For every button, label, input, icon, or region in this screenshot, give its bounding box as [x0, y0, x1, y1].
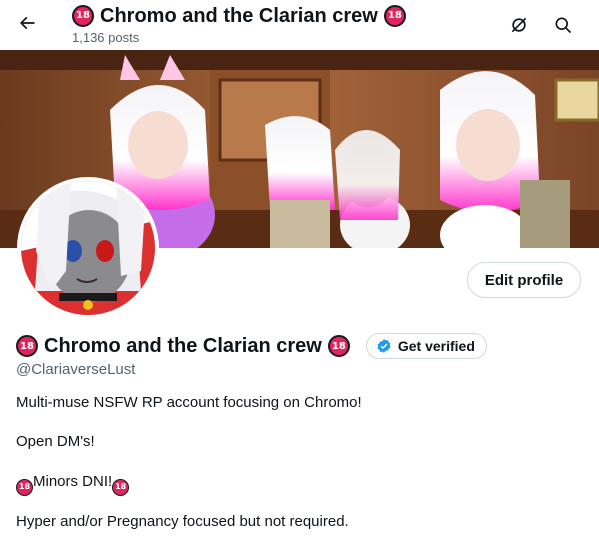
- back-button[interactable]: [10, 6, 44, 40]
- hide-button[interactable]: [502, 8, 536, 42]
- bio-line-text: Minors DNI!: [33, 473, 113, 490]
- header-title-text: Chromo and the Clarian crew: [100, 5, 378, 27]
- header-title-block: 18 Chromo and the Clarian crew 18 1,136 …: [72, 4, 406, 46]
- display-name: 18 Chromo and the Clarian crew 18: [16, 335, 350, 358]
- verified-badge-icon: [377, 339, 391, 353]
- age-18-badge-icon: 18: [72, 5, 94, 27]
- bio-line: Open DM's!: [16, 433, 95, 450]
- edit-profile-button[interactable]: Edit profile: [467, 262, 581, 298]
- age-18-badge-icon: 18: [16, 335, 38, 357]
- display-name-row: 18 Chromo and the Clarian crew 18 Get ve…: [16, 333, 487, 359]
- profile-header: 18 Chromo and the Clarian crew 18 1,136 …: [0, 0, 599, 50]
- search-icon: [555, 17, 572, 34]
- age-18-badge-icon: 18: [112, 478, 130, 496]
- bio-line: Hyper and/or Pregnancy focused but not r…: [16, 513, 349, 530]
- age-18-badge-icon: 18: [383, 5, 406, 27]
- avatar[interactable]: [17, 177, 159, 319]
- display-name-text: Chromo and the Clarian crew: [44, 334, 322, 357]
- get-verified-button[interactable]: Get verified: [365, 333, 487, 359]
- age-18-badge-icon: 18: [16, 478, 33, 496]
- hide-icon: [511, 17, 527, 33]
- avatar-image: [21, 181, 155, 315]
- header-title: 18 Chromo and the Clarian crew 18: [72, 4, 406, 28]
- get-verified-label: Get verified: [397, 338, 475, 354]
- user-handle: @ClariaverseLust: [16, 361, 136, 378]
- post-count: 1,136 posts: [72, 30, 140, 45]
- bio-line: Multi-muse NSFW RP account focusing on C…: [16, 394, 362, 411]
- age-18-badge-icon: 18: [327, 335, 350, 357]
- bio-line: 18 Minors DNI! 18: [16, 472, 130, 496]
- search-button[interactable]: [546, 8, 580, 42]
- back-arrow-icon: [19, 16, 35, 30]
